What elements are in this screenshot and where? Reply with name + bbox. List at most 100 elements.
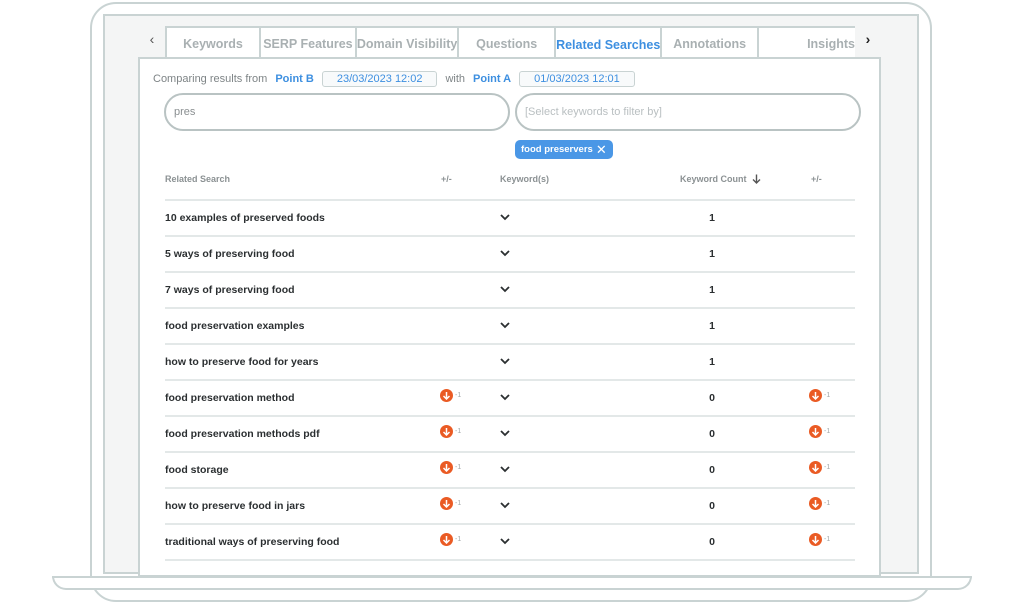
change-value: -1: [455, 536, 462, 543]
change-value: -1: [455, 500, 462, 507]
table-row: traditional ways of preserving food -1 0 -1: [165, 523, 855, 559]
tab-label: SERP Features: [263, 36, 353, 51]
change-indicator: -1: [440, 533, 461, 546]
decrease-arrow-icon: [440, 497, 453, 510]
change-indicator: -1: [440, 461, 461, 474]
table-row: food storage -1 0 -1: [165, 451, 855, 487]
related-search-text: food preservation examples: [165, 320, 305, 332]
related-search-text: food preservation methods pdf: [165, 428, 320, 440]
related-search-text: food preservation method: [165, 392, 295, 404]
tab-insights[interactable]: Insights: [757, 26, 855, 59]
header-change-2[interactable]: +/-: [811, 174, 822, 184]
keyword-count: 1: [709, 320, 715, 332]
related-search-text: traditional ways of preserving food: [165, 536, 340, 548]
keyword-count: 0: [709, 500, 715, 512]
table-row: food preservation method -1 0 -1: [165, 379, 855, 415]
related-search-text: how to preserve food in jars: [165, 500, 306, 512]
decrease-arrow-icon: [809, 425, 822, 438]
related-search-text: how to preserve food for years: [165, 356, 319, 368]
keyword-filter-input[interactable]: [515, 93, 861, 131]
chevron-down-icon[interactable]: [498, 282, 512, 296]
decrease-arrow-icon: [809, 497, 822, 510]
filter-chip-label: food preservers: [521, 144, 593, 155]
tab-annotations[interactable]: Annotations: [660, 26, 760, 59]
with-label: with: [445, 73, 466, 85]
related-search-text: 10 examples of preserved foods: [165, 212, 325, 224]
chevron-down-icon[interactable]: [498, 462, 512, 476]
tab-domain-visibility[interactable]: Domain Visibility: [354, 26, 460, 59]
change-indicator: -1: [440, 425, 461, 438]
chevron-down-icon[interactable]: [498, 318, 512, 332]
change-indicator: -1: [440, 389, 461, 402]
tab-keywords[interactable]: Keywords: [165, 26, 261, 59]
chevron-down-icon[interactable]: [498, 498, 512, 512]
chevron-right-icon: ›: [865, 31, 871, 47]
point-b-date-picker[interactable]: 23/03/2023 12:02: [321, 71, 438, 87]
point-a-label: Point A: [473, 73, 512, 85]
tab-label: Questions: [476, 36, 538, 51]
change-value: -1: [824, 428, 831, 435]
tab-bar: Keywords SERP Features Domain Visibility…: [165, 26, 855, 60]
tab-questions[interactable]: Questions: [457, 26, 557, 59]
filter-chip[interactable]: food preservers ✕: [515, 140, 613, 159]
tab-related-searches[interactable]: Related Searches: [554, 26, 663, 60]
decrease-arrow-icon: [809, 389, 822, 402]
comparison-bar: Comparing results from Point B 23/03/202…: [153, 70, 643, 88]
table-row: 5 ways of preserving food 1: [165, 235, 855, 271]
keyword-count: 0: [709, 392, 715, 404]
tab-label: Related Searches: [556, 38, 661, 52]
point-a-date-picker[interactable]: 01/03/2023 12:01: [519, 71, 635, 87]
table-row: how to preserve food for years 1: [165, 343, 855, 379]
keyword-count: 0: [709, 536, 715, 548]
decrease-arrow-icon: [440, 389, 453, 402]
table-row: how to preserve food in jars -1 0 -1: [165, 487, 855, 523]
decrease-arrow-icon: [440, 461, 453, 474]
table-row: 7 ways of preserving food 1: [165, 271, 855, 307]
keyword-count: 0: [709, 464, 715, 476]
header-keywords[interactable]: Keyword(s): [500, 174, 549, 184]
change-indicator: -1: [809, 425, 830, 438]
related-search-text: 7 ways of preserving food: [165, 284, 295, 296]
change-indicator: -1: [809, 461, 830, 474]
header-change-1[interactable]: +/-: [441, 174, 452, 184]
table-row: food preservation examples 1: [165, 307, 855, 343]
chevron-down-icon[interactable]: [498, 354, 512, 368]
keyword-count: 1: [709, 212, 715, 224]
tabs-prev-button[interactable]: ‹: [142, 26, 162, 52]
table-divider: [165, 559, 855, 561]
search-input[interactable]: [164, 93, 510, 131]
change-indicator: -1: [440, 497, 461, 510]
tab-label: Keywords: [183, 36, 243, 51]
keyword-count: 0: [709, 428, 715, 440]
close-icon[interactable]: ✕: [596, 143, 607, 156]
chevron-down-icon[interactable]: [498, 534, 512, 548]
chevron-down-icon[interactable]: [498, 390, 512, 404]
change-indicator: -1: [809, 533, 830, 546]
laptop-base: [52, 576, 972, 590]
tab-label: Annotations: [673, 36, 747, 51]
chevron-left-icon: ‹: [149, 31, 155, 47]
decrease-arrow-icon: [809, 533, 822, 546]
tabs-next-button[interactable]: ›: [858, 26, 878, 52]
related-search-text: 5 ways of preserving food: [165, 248, 295, 260]
tab-label: Insights: [807, 36, 855, 51]
table-row: food preservation methods pdf -1 0 -1: [165, 415, 855, 451]
change-indicator: -1: [809, 497, 830, 510]
chevron-down-icon[interactable]: [498, 210, 512, 224]
chevron-down-icon[interactable]: [498, 246, 512, 260]
header-keyword-count[interactable]: Keyword Count: [680, 174, 761, 184]
keyword-count: 1: [709, 248, 715, 260]
change-indicator: -1: [809, 389, 830, 402]
point-b-label: Point B: [275, 73, 314, 85]
chevron-down-icon[interactable]: [498, 426, 512, 440]
change-value: -1: [824, 392, 831, 399]
change-value: -1: [824, 464, 831, 471]
header-related-search[interactable]: Related Search: [165, 174, 230, 184]
change-value: -1: [455, 428, 462, 435]
tab-serp-features[interactable]: SERP Features: [259, 26, 357, 59]
decrease-arrow-icon: [440, 533, 453, 546]
decrease-arrow-icon: [809, 461, 822, 474]
header-keyword-count-label: Keyword Count: [680, 174, 747, 184]
change-value: -1: [455, 464, 462, 471]
change-value: -1: [824, 500, 831, 507]
